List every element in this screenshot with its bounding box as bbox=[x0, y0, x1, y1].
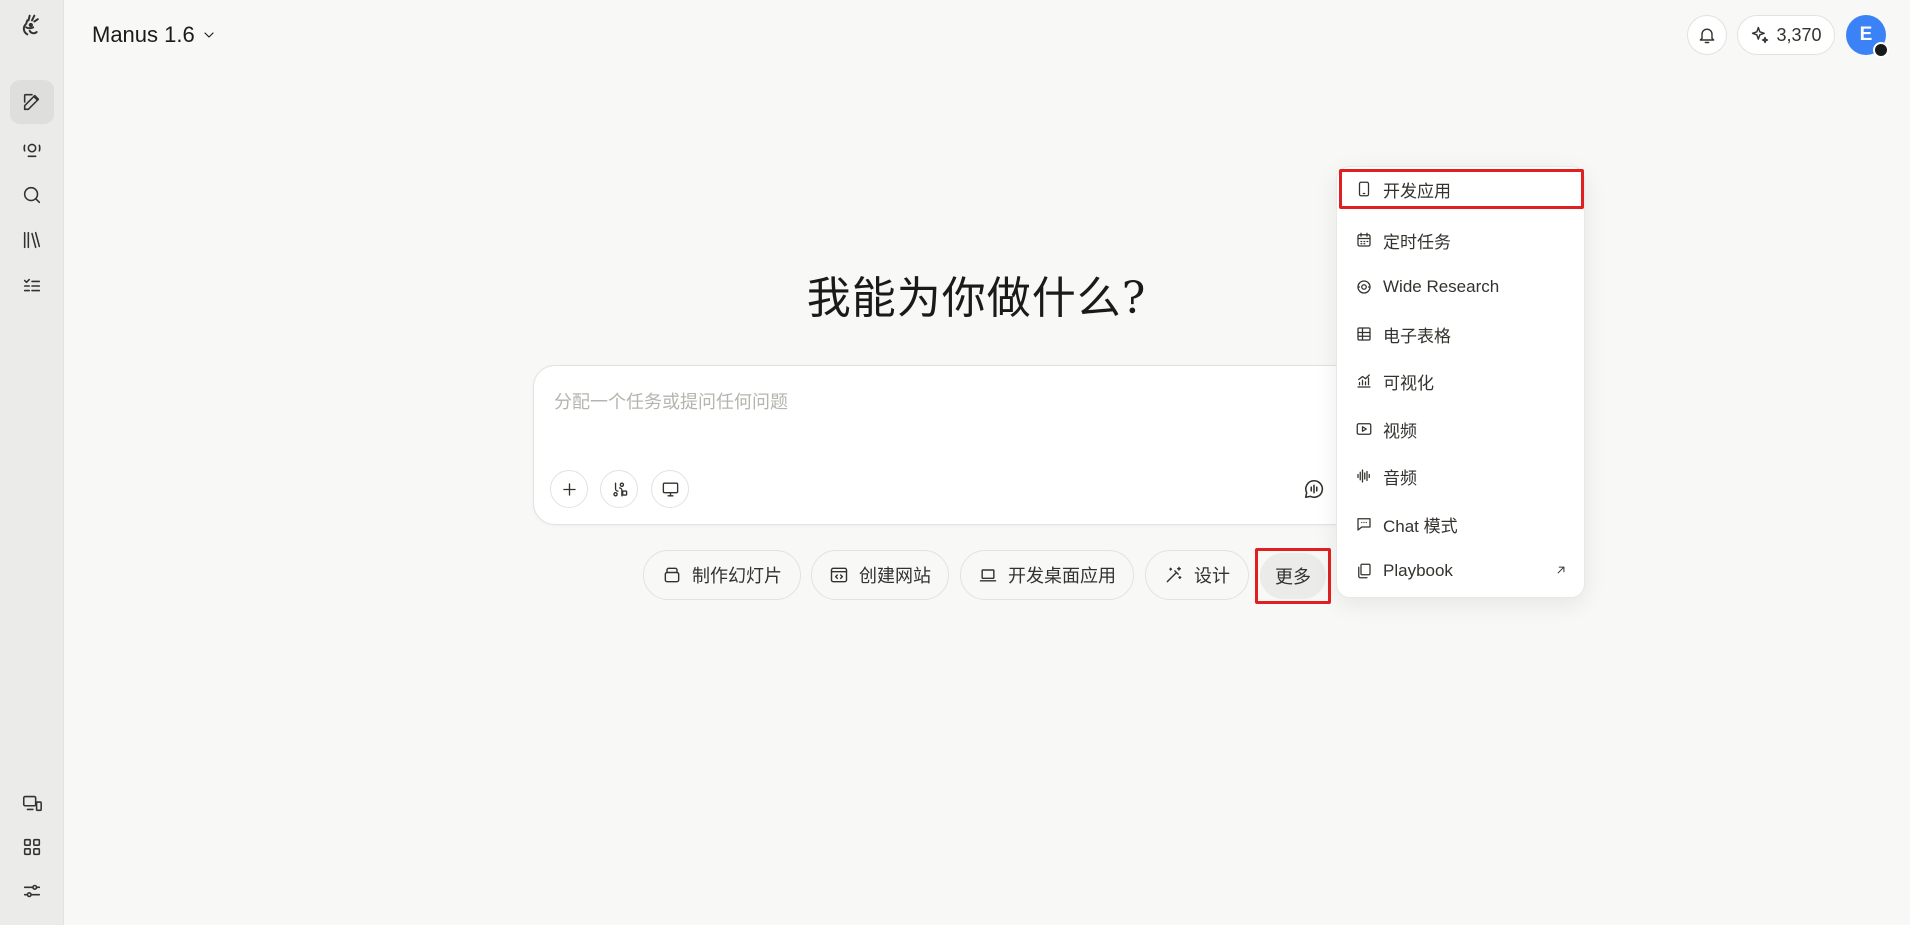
model-selector[interactable]: Manus 1.6 bbox=[92, 20, 217, 50]
calendar-icon bbox=[1357, 232, 1371, 247]
credits-button[interactable]: 3,370 bbox=[1737, 15, 1835, 55]
add-attachment-button[interactable] bbox=[550, 470, 588, 508]
menu-item-label: 音频 bbox=[1383, 468, 1417, 488]
external-link-icon bbox=[1557, 566, 1565, 574]
menu-item-label: 电子表格 bbox=[1383, 326, 1451, 346]
spreadsheet-icon bbox=[1357, 327, 1371, 341]
computer-button[interactable] bbox=[651, 470, 689, 508]
voice-input-button[interactable] bbox=[1302, 477, 1326, 501]
chip-slides[interactable]: 制作幻灯片 bbox=[643, 550, 801, 600]
menu-item-label: 可视化 bbox=[1383, 373, 1434, 393]
sidebar-search[interactable] bbox=[10, 173, 54, 217]
menu-item-label: 视频 bbox=[1383, 421, 1417, 441]
sidebar bbox=[0, 0, 64, 925]
menu-item-scheduled-task[interactable]: 定时任务 bbox=[1339, 220, 1584, 260]
apps-grid-icon bbox=[23, 838, 41, 856]
task-input[interactable] bbox=[554, 388, 1194, 416]
avatar-status-badge bbox=[1873, 42, 1889, 58]
laptop-icon bbox=[979, 569, 997, 582]
credits-count: 3,370 bbox=[1776, 24, 1822, 45]
connectors-icon bbox=[612, 481, 627, 497]
chip-label: 设计 bbox=[1194, 566, 1230, 586]
avatar[interactable]: E bbox=[1846, 15, 1889, 58]
bell-icon bbox=[1699, 28, 1715, 44]
sparkle-icon bbox=[1752, 26, 1769, 44]
website-icon bbox=[830, 567, 848, 583]
menu-item-label: Wide Research bbox=[1383, 277, 1500, 296]
chat-icon bbox=[1357, 518, 1371, 531]
menu-item-wide-research[interactable]: Wide Research bbox=[1339, 267, 1584, 307]
chart-icon bbox=[1357, 374, 1371, 388]
playbook-icon bbox=[1358, 563, 1371, 579]
menu-item-spreadsheet[interactable]: 电子表格 bbox=[1339, 314, 1584, 354]
page-title: 我能为你做什么? bbox=[806, 273, 1147, 324]
chip-label: 制作幻灯片 bbox=[692, 566, 782, 586]
menu-item-playbook[interactable]: Playbook bbox=[1339, 551, 1584, 591]
more-label: 更多 bbox=[1275, 567, 1311, 587]
menu-item-develop-app[interactable]: 开发应用 bbox=[1339, 169, 1584, 209]
plus-icon bbox=[562, 482, 576, 496]
settings-sliders-icon bbox=[23, 884, 41, 898]
task-composer bbox=[533, 365, 1363, 525]
more-menu: 开发应用 定时任务 Wide Research 电子表格 可视化 视频 音频 C… bbox=[1336, 166, 1585, 598]
sidebar-apps[interactable] bbox=[10, 825, 54, 869]
audio-wave-icon bbox=[1357, 469, 1370, 483]
menu-item-label: 开发应用 bbox=[1383, 181, 1451, 201]
library-icon bbox=[23, 231, 41, 249]
menu-item-chat-mode[interactable]: Chat 模式 bbox=[1339, 504, 1584, 544]
more-button[interactable]: 更多 bbox=[1255, 548, 1331, 604]
menu-item-audio[interactable]: 音频 bbox=[1339, 456, 1584, 496]
monitor-icon bbox=[662, 481, 678, 497]
slides-icon bbox=[664, 567, 680, 583]
menu-item-label: Chat 模式 bbox=[1383, 516, 1458, 536]
design-wand-icon bbox=[1166, 566, 1182, 583]
notifications-button[interactable] bbox=[1687, 15, 1727, 55]
new-task-icon bbox=[23, 93, 40, 111]
sidebar-library[interactable] bbox=[10, 218, 54, 262]
menu-item-visualization[interactable]: 可视化 bbox=[1339, 361, 1584, 401]
chip-website[interactable]: 创建网站 bbox=[811, 550, 949, 600]
voice-chat-icon bbox=[1304, 479, 1324, 499]
sidebar-settings[interactable] bbox=[10, 869, 54, 913]
chip-label: 开发桌面应用 bbox=[1008, 566, 1116, 586]
manus-logo-icon bbox=[22, 14, 39, 36]
manus-logo[interactable] bbox=[10, 3, 54, 47]
sidebar-devices[interactable] bbox=[10, 781, 54, 825]
devices-icon bbox=[22, 795, 42, 812]
menu-item-label: 定时任务 bbox=[1383, 232, 1451, 252]
avatar-initial: E bbox=[1859, 24, 1873, 45]
search-icon bbox=[23, 186, 41, 204]
connectors-button[interactable] bbox=[600, 470, 638, 508]
chip-desktop-app[interactable]: 开发桌面应用 bbox=[960, 550, 1134, 600]
model-name: Manus 1.6 bbox=[92, 22, 195, 47]
menu-item-video[interactable]: 视频 bbox=[1339, 409, 1584, 449]
video-icon bbox=[1356, 423, 1372, 435]
sidebar-agents[interactable] bbox=[10, 127, 54, 171]
chip-design[interactable]: 设计 bbox=[1145, 550, 1249, 600]
chevron-down-icon bbox=[204, 32, 214, 38]
sidebar-new-task[interactable] bbox=[10, 80, 54, 124]
agents-icon bbox=[23, 143, 41, 158]
mobile-icon bbox=[1358, 181, 1370, 197]
wide-research-icon bbox=[1357, 280, 1371, 294]
menu-item-label: Playbook bbox=[1383, 561, 1453, 580]
chip-label: 创建网站 bbox=[859, 566, 931, 586]
